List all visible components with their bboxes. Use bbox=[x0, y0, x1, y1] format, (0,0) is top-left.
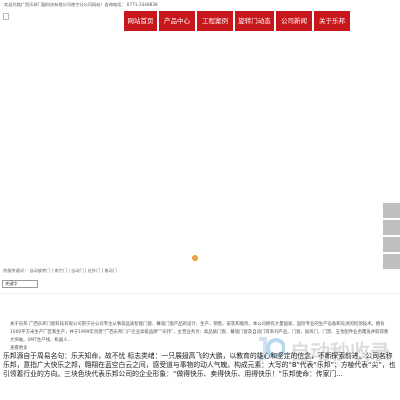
nav-item-about[interactable]: 关于乐邦 bbox=[314, 11, 350, 31]
side-float-button-2[interactable] bbox=[383, 220, 400, 235]
search-input[interactable]: 关键字 bbox=[2, 280, 38, 288]
side-float-button-4[interactable] bbox=[383, 254, 400, 269]
banner-slider[interactable] bbox=[0, 33, 400, 265]
nav-item-home[interactable]: 网站首页 bbox=[124, 11, 157, 31]
brand-intro-text: 乐邦源自于周易名句：乐天知命，故不忧 标志类绪：一只展翅高飞的大鹏，以教育的雄心… bbox=[3, 352, 396, 378]
logo-image[interactable] bbox=[3, 13, 9, 20]
side-float-button-1[interactable] bbox=[383, 203, 400, 218]
nav-item-news-door[interactable]: 旋转门动态 bbox=[235, 11, 274, 31]
section-divider bbox=[0, 293, 400, 294]
nav-item-company-news[interactable]: 公司新闻 bbox=[276, 11, 312, 31]
top-welcome-bar: 欢迎光临广西乐邦门窗科技有限公司南宁分公司网站！咨询电话： 0771-33488… bbox=[0, 0, 400, 10]
phone-number: 0771-3348838 bbox=[126, 2, 158, 7]
side-float-button-3[interactable] bbox=[383, 237, 400, 252]
nav-item-cases[interactable]: 工程案例 bbox=[197, 11, 233, 31]
main-nav: 网站首页 产品中心 工程案例 旋转门动态 公司新闻 关于乐邦 bbox=[124, 11, 400, 31]
nav-item-products[interactable]: 产品中心 bbox=[159, 11, 195, 31]
welcome-text: 欢迎光临广西乐邦门窗科技有限公司南宁分公司网站！咨询电话： bbox=[4, 2, 126, 7]
hot-keywords[interactable]: 热搜关键词： 自动旋转门 | 南宁门 | 自动门 | 红外门 | 电动门 bbox=[3, 268, 117, 274]
slider-indicator-dot[interactable] bbox=[192, 255, 198, 261]
